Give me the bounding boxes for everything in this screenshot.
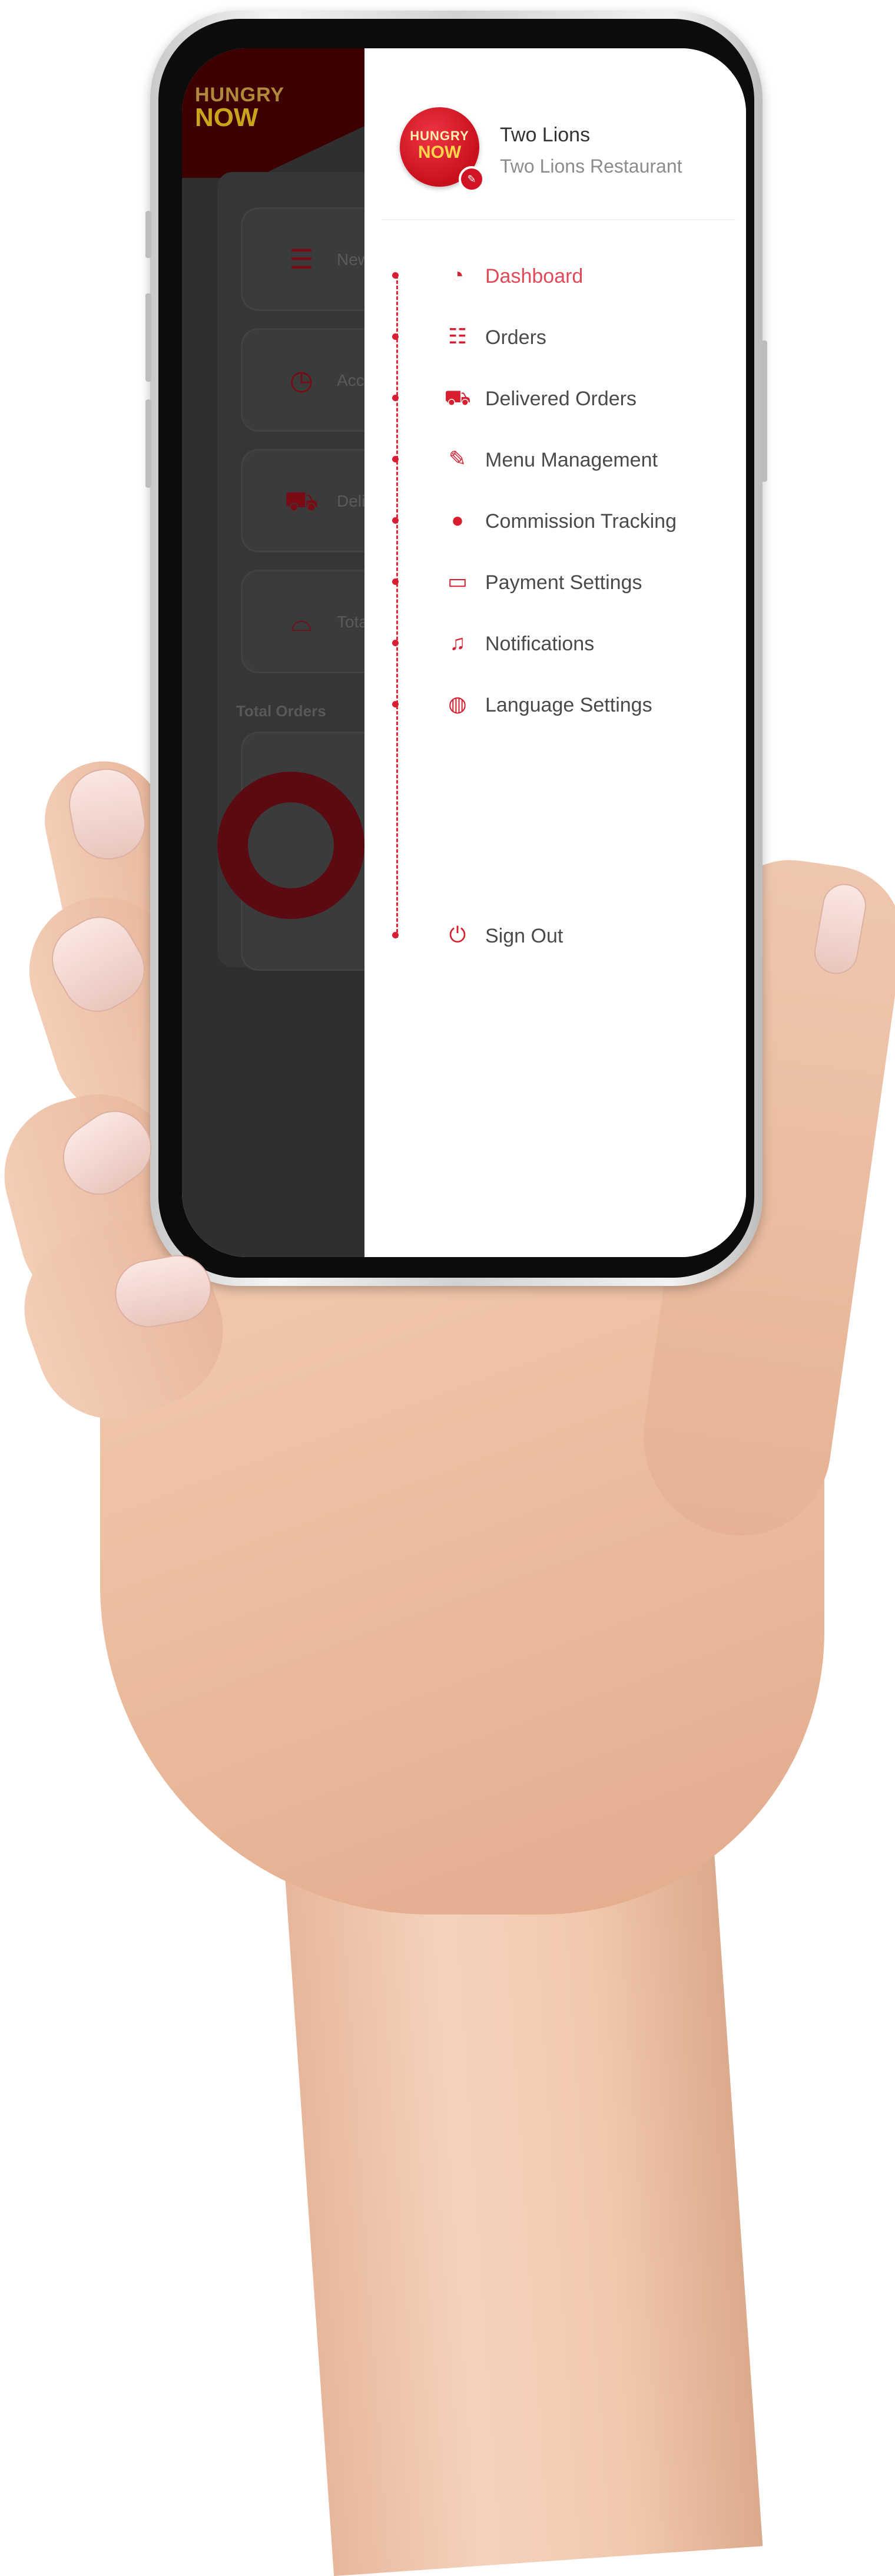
menu-item-label: Orders [485,326,546,349]
clock-icon: ◷ [289,365,314,395]
menu-item-label: Commission Tracking [485,510,677,533]
bg-card-new-orders[interactable]: ☰ New [241,207,370,311]
bg-card-label: Deli [337,492,366,510]
menu-item-label: Menu Management [485,449,658,471]
divider [382,219,735,220]
logo-line2: NOW [195,103,258,132]
payment-card-icon: ▭ [447,569,468,593]
menu-item-label: Payment Settings [485,571,642,594]
orders-list-icon: ☷ [448,324,468,348]
location-pin-icon: ● [451,508,464,532]
profile-header[interactable]: HUNGRY NOW ✎ Two Lions Two Lions Restaur… [400,107,730,196]
phone-screen: HUNGRY NOW ☰ New ◷ Acce ⛟ Deli ⌓ Tota To… [182,48,746,1257]
menu-item-delivered-orders[interactable]: ⛟ Delivered Orders [364,377,746,418]
phone-frame: HUNGRY NOW ☰ New ◷ Acce ⛟ Deli ⌓ Tota To… [145,11,767,1286]
sign-out-label: Sign Out [485,925,563,947]
avatar-logo-line1: HUNGRY [410,128,469,143]
phone-bezel: HUNGRY NOW ☰ New ◷ Acce ⛟ Deli ⌓ Tota To… [158,19,754,1278]
cloche-icon: ⌓ [290,606,313,637]
menu-item-label: Dashboard [485,265,584,287]
menu-edit-icon: ✎ [448,447,467,471]
bg-total-orders-label: Total Orders [236,702,326,720]
navigation-drawer: HUNGRY NOW ✎ Two Lions Two Lions Restaur… [364,48,746,1257]
speedometer-icon: ◔ [451,263,464,287]
menu-item-notifications[interactable]: ♫ Notifications [364,622,746,663]
menu-item-dashboard[interactable]: ◔ Dashboard [364,254,746,296]
avatar[interactable]: HUNGRY NOW ✎ [400,107,485,192]
profile-name: Two Lions [500,124,591,146]
background-header: HUNGRY NOW [182,48,364,178]
menu-item-commission-tracking[interactable]: ● Commission Tracking [364,500,746,541]
bg-donut-chart [217,772,364,919]
mute-switch [145,211,151,258]
globe-icon: ◍ [448,692,467,716]
sign-out-button[interactable]: ⏻ Sign Out [364,914,746,955]
power-icon: ⏻ [449,922,466,947]
profile-restaurant: Two Lions Restaurant [500,156,682,177]
avatar-logo-line2: NOW [417,143,462,162]
background-app: HUNGRY NOW ☰ New ◷ Acce ⛟ Deli ⌓ Tota To… [182,48,373,1257]
menu-item-orders[interactable]: ☷ Orders [364,316,746,357]
list-icon: ☰ [289,244,314,275]
volume-up-button [145,293,151,382]
menu-item-label: Language Settings [485,694,652,716]
menu-item-language-settings[interactable]: ◍ Language Settings [364,683,746,725]
bg-card-total[interactable]: ⌓ Tota [241,570,368,673]
bell-icon: ♫ [449,630,466,654]
power-button [761,340,767,482]
hungry-now-logo: HUNGRY NOW [195,84,284,133]
truck-icon: ⛟ [284,485,319,516]
bg-card-label: Tota [337,613,368,631]
menu-item-payment-settings[interactable]: ▭ Payment Settings [364,561,746,602]
volume-down-button [145,399,151,488]
menu-item-label: Delivered Orders [485,388,637,410]
bg-card-accepted[interactable]: ◷ Acce [241,328,373,432]
menu-item-menu-management[interactable]: ✎ Menu Management [364,438,746,480]
menu-item-label: Notifications [485,633,595,655]
delivery-truck-icon: ⛟ [444,385,471,409]
menu-timeline-line [396,275,398,938]
edit-icon[interactable]: ✎ [459,166,485,192]
bg-card-delivered[interactable]: ⛟ Deli [241,449,366,553]
